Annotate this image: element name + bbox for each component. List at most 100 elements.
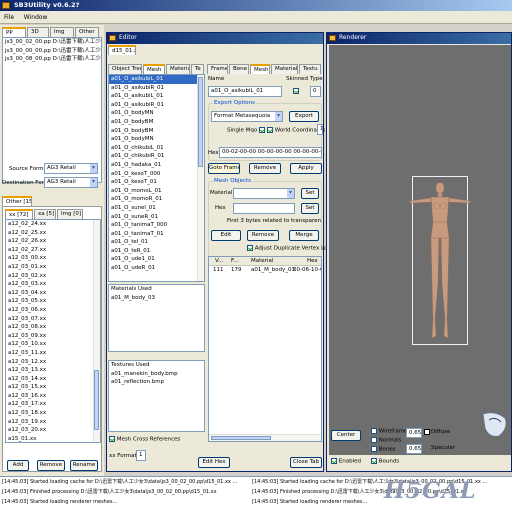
mesh-cross-refs[interactable]: Mesh Cross References xyxy=(109,436,180,443)
set-hex-button[interactable]: Set xyxy=(301,203,319,214)
source-format-select[interactable]: AG3 Retail xyxy=(44,163,98,174)
bounds-option[interactable]: Bounds xyxy=(371,458,399,465)
tab-frame[interactable]: Frame xyxy=(207,64,228,74)
list-item[interactable]: a01_O_hadaka_01 xyxy=(109,161,204,170)
xx-format-field[interactable]: 1 xyxy=(136,450,146,461)
list-item[interactable]: a01_O_asikubiR_01 xyxy=(109,84,204,93)
menu-window[interactable]: Window xyxy=(24,14,48,21)
horizontal-scrollbar[interactable] xyxy=(209,434,321,441)
list-item[interactable]: a01_M_body_03 xyxy=(109,294,204,303)
tab-material-list[interactable]: Material xyxy=(166,64,190,74)
diffuse-color-swatch[interactable] xyxy=(424,429,430,435)
list-item[interactable]: a12_02_24.xx xyxy=(6,220,100,229)
edit-button[interactable]: Edit xyxy=(211,230,241,241)
adjust-dup-option[interactable]: Adjust Duplicate Vertex Lo xyxy=(247,245,327,252)
tab-document[interactable]: d15_01.xx xyxy=(108,45,136,55)
list-item[interactable]: a01_O_asikubiL_01 xyxy=(109,75,204,84)
rename-button[interactable]: Rename xyxy=(70,460,98,471)
set-material-button[interactable]: Set xyxy=(301,188,319,199)
checkbox[interactable] xyxy=(267,127,273,133)
list-item[interactable]: a12_03_07.xx xyxy=(6,315,100,324)
list-item[interactable]: a12_03_11.xx xyxy=(6,349,100,358)
list-item[interactable]: a01_O_kesoT_01 xyxy=(109,178,204,187)
tab-texture-list[interactable]: Te xyxy=(191,64,204,74)
list-item[interactable]: a01_O_bodyMN xyxy=(109,109,204,118)
tab-bone[interactable]: Bone xyxy=(229,64,249,74)
list-item[interactable]: a12_03_00.xx xyxy=(6,254,100,263)
list-item[interactable]: a12_03_06.xx xyxy=(6,306,100,315)
hex2-field[interactable] xyxy=(233,203,295,214)
remove-mesh-button[interactable]: Remove xyxy=(249,163,281,174)
tab-3d[interactable]: 3D xyxy=(27,27,49,37)
checkbox[interactable] xyxy=(371,446,377,452)
list-item[interactable]: a01_O_chikubiR_01 xyxy=(109,152,204,161)
tab-mesh[interactable]: Mesh xyxy=(250,64,270,74)
list-item[interactable]: a01_O_chikubiL_01 xyxy=(109,144,204,153)
list-item[interactable]: a12_02_27.xx xyxy=(6,246,100,255)
tab-img[interactable]: Img xyxy=(50,27,74,37)
list-item[interactable]: a01_O_tel_01 xyxy=(109,238,204,247)
pp-file-list[interactable]: js3_00_02_00.pp D:\迅雷下载\人工少女3\da js3_00_… xyxy=(2,37,102,183)
apply-button[interactable]: Apply xyxy=(290,163,322,174)
list-item[interactable]: a01_O_momoR_01 xyxy=(109,195,204,204)
mesh-name-field[interactable]: a01_O_asikubiL_01 xyxy=(208,86,282,97)
list-item[interactable]: a01_manekin_body.bmp xyxy=(109,370,204,379)
list-item[interactable]: a12_03_19.xx xyxy=(6,418,100,427)
checkbox[interactable] xyxy=(109,436,115,442)
add-button[interactable]: Add xyxy=(7,460,29,471)
scrollbar-thumb[interactable] xyxy=(198,77,203,167)
normals-option[interactable]: Normals xyxy=(371,437,402,444)
list-item[interactable]: a12_03_15.xx xyxy=(6,383,100,392)
list-item[interactable]: a01_O_bodyBM xyxy=(109,127,204,136)
menu-file[interactable]: File xyxy=(4,14,14,21)
bones-option[interactable]: Bones xyxy=(371,446,396,453)
tab-pp[interactable]: PP xyxy=(2,27,26,37)
list-item[interactable]: a12_03_03.xx xyxy=(6,280,100,289)
list-item[interactable]: a12_03_16.xx xyxy=(6,392,100,401)
checkbox[interactable] xyxy=(371,458,377,464)
list-item[interactable]: a01_O_tanimaT_000 xyxy=(109,221,204,230)
list-item[interactable]: a12_03_02.xx xyxy=(6,272,100,281)
list-item[interactable]: a12_03_14.xx xyxy=(6,375,100,384)
material-select[interactable] xyxy=(233,188,295,199)
list-item[interactable]: a12_03_17.xx xyxy=(6,400,100,409)
list-item[interactable]: a12_03_20.xx xyxy=(6,426,100,435)
tab-other[interactable]: Other xyxy=(75,27,99,37)
hex-field[interactable]: 00-02-00-00 00-00-00-00 00-00-00-00 0 xyxy=(219,147,322,158)
col-faces[interactable]: F... xyxy=(231,258,239,264)
checkbox[interactable] xyxy=(371,428,377,434)
checkbox[interactable] xyxy=(247,245,253,251)
list-item[interactable]: a01_O_udeR_01 xyxy=(109,264,204,273)
col-verts[interactable]: V... xyxy=(215,258,223,264)
list-item[interactable]: a01_O_sunel_01 xyxy=(109,204,204,213)
remove-button[interactable]: Remove xyxy=(37,460,65,471)
scrollbar-thumb[interactable] xyxy=(94,370,99,430)
mesh-list[interactable]: a01_O_asikubiL_01 a01_O_asikubiR_01 a01_O_… xyxy=(108,74,205,282)
list-item[interactable]: a01_O_bodyBM xyxy=(109,118,204,127)
list-item[interactable]: a12_03_13.xx xyxy=(6,366,100,375)
list-item[interactable]: a01_O_asikubiR_01 xyxy=(109,101,204,110)
enabled-option[interactable]: Enabled xyxy=(331,458,361,465)
merge-button[interactable]: Merge xyxy=(289,230,319,241)
tab-xa[interactable]: xa [5] xyxy=(34,209,56,219)
list-item[interactable]: a12_03_12.xx xyxy=(6,358,100,367)
tab-object-tree[interactable]: Object Tree xyxy=(108,64,142,74)
goto-frame-button[interactable]: Goto Frame xyxy=(208,163,240,174)
list-item[interactable]: a01_O_kesoT_000 xyxy=(109,170,204,179)
list-item[interactable]: a12_03_09.xx xyxy=(6,332,100,341)
export-format-select[interactable]: Format Metasequoia xyxy=(211,111,283,122)
checkbox[interactable] xyxy=(259,127,266,133)
tab-other-count[interactable]: Other [15] xyxy=(2,196,32,206)
checkbox[interactable] xyxy=(371,437,377,443)
col-hex[interactable]: Hex xyxy=(307,258,318,264)
list-item[interactable]: a01_O_momoL_01 xyxy=(109,187,204,196)
list-item[interactable]: js3_00_02_00.pp D:\迅雷下载\人工少女3\da xyxy=(3,38,101,47)
edit-hex-button[interactable]: Edit Hex xyxy=(198,457,230,468)
close-tab-button[interactable]: Close Tab xyxy=(290,457,322,468)
xx-file-list[interactable]: a12_02_24.xx a12_02_25.xx a12_02_26.xx a12_… xyxy=(5,219,101,443)
table-row[interactable]: 111 179 a01_M_body_03 00-06-10-00-00 xyxy=(209,266,321,275)
checkbox[interactable] xyxy=(331,458,337,464)
list-item[interactable]: a01_O_suneR_01 xyxy=(109,213,204,222)
list-item[interactable]: a01_O_tanimaT_01 xyxy=(109,230,204,239)
scrollbar-thumb[interactable] xyxy=(211,436,271,440)
